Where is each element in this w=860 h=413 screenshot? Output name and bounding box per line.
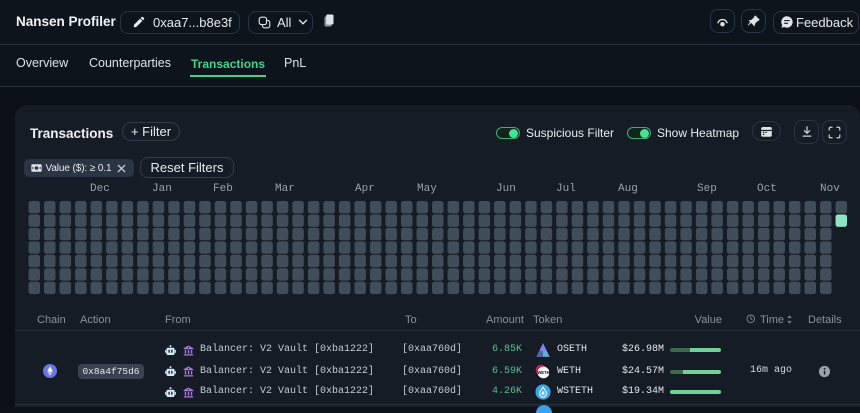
svg-text:WETH: WETH	[537, 370, 549, 375]
